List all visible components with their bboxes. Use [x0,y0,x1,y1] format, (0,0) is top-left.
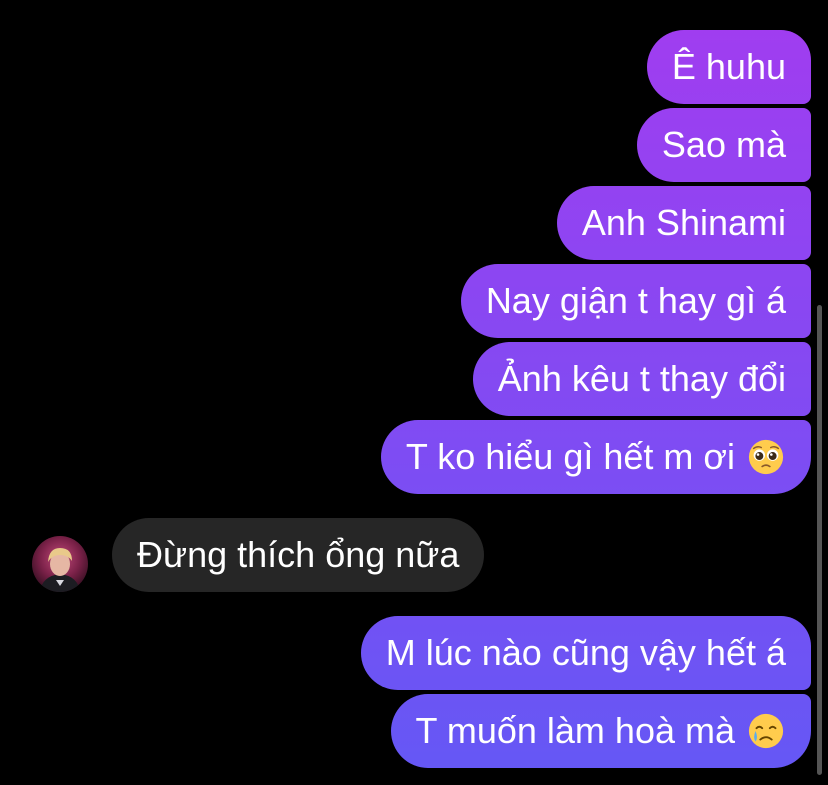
outgoing-message[interactable]: Sao mà [636,108,811,182]
message-text: Nay giận t hay gì á [485,280,786,321]
avatar[interactable] [32,536,88,592]
pleading-face-icon [748,439,784,475]
outgoing-message[interactable]: Ê huhu [646,30,811,104]
outgoing-message[interactable]: T ko hiểu gì hết m ơi [380,420,811,494]
message-text: Anh Shinami [581,202,786,243]
outgoing-message[interactable]: T muốn làm hoà mà [390,694,811,768]
message-text: Ê huhu [671,46,786,87]
outgoing-message[interactable]: M lúc nào cũng vậy hết á [360,616,811,690]
scrollbar[interactable] [817,305,822,775]
message-text: Đừng thích ổng nữa [137,534,460,575]
crying-face-icon [748,713,784,749]
user-avatar-photo [32,536,88,592]
chat-thread: Ê huhu Sao mà Anh Shinami Nay giận t hay… [0,0,828,785]
message-text: Ảnh kêu t thay đổi [497,358,786,399]
outgoing-message[interactable]: Anh Shinami [556,186,811,260]
message-text: T muốn làm hoà mà [415,710,735,751]
outgoing-message[interactable]: Ảnh kêu t thay đổi [472,342,811,416]
message-text: T ko hiểu gì hết m ơi [405,436,735,477]
message-text: Sao mà [661,124,786,165]
message-text: M lúc nào cũng vậy hết á [385,632,786,673]
outgoing-message[interactable]: Nay giận t hay gì á [460,264,811,338]
incoming-message[interactable]: Đừng thích ổng nữa [112,518,485,592]
